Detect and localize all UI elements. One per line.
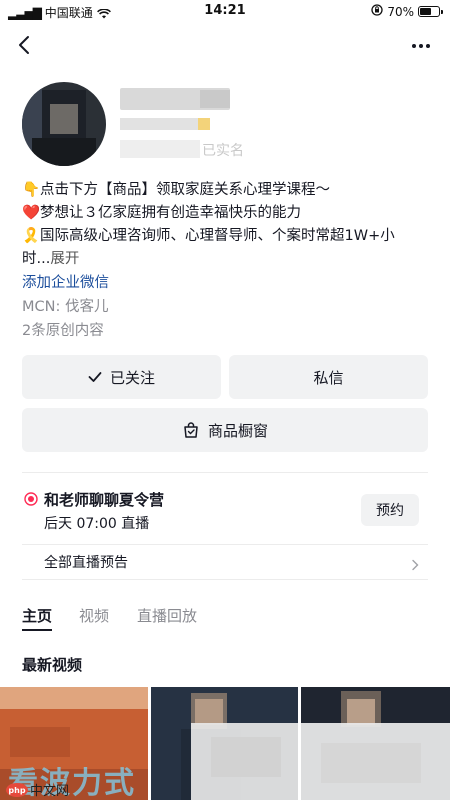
- reserve-button[interactable]: 预约: [361, 494, 419, 526]
- live-title[interactable]: 和老师聊聊夏令营: [44, 489, 164, 510]
- mcn-label: MCN: 伐客儿: [22, 299, 109, 315]
- latest-videos-title: 最新视频: [22, 656, 83, 674]
- tab-videos[interactable]: 视频: [79, 605, 109, 626]
- nickname-blurred-part: [200, 90, 230, 108]
- message-label: 私信: [313, 368, 344, 387]
- shopping-bag-icon: [182, 421, 200, 439]
- bio-line: 👇点击下方【商品】领取家庭关系心理学课程～: [22, 182, 331, 198]
- original-content-count: 2条原创内容: [22, 323, 104, 339]
- more-dots-icon: [412, 44, 430, 48]
- back-button[interactable]: [14, 34, 36, 56]
- watermark-site: 中文网: [30, 784, 70, 799]
- check-icon: [88, 371, 102, 383]
- battery-icon: [418, 6, 443, 17]
- divider: [22, 472, 428, 473]
- add-wechat-link[interactable]: 添加企业微信: [22, 271, 109, 292]
- divider: [22, 579, 428, 580]
- watermark-php-logo: php: [6, 783, 28, 797]
- chevron-right-icon[interactable]: [410, 556, 420, 571]
- account-id-blurred: [120, 118, 198, 130]
- more-button[interactable]: [410, 38, 432, 52]
- tab-active-indicator: [22, 629, 52, 631]
- status-bar: ▂▃▅▇ 中国联通 14:21 70%: [0, 0, 450, 24]
- tab-home[interactable]: 主页: [22, 605, 52, 626]
- back-arrow-icon: [19, 36, 29, 54]
- shop-window-label: 商品橱窗: [207, 421, 268, 440]
- avatar[interactable]: [22, 82, 106, 166]
- verification-label: 已实名: [202, 143, 244, 159]
- orientation-lock-icon: [371, 4, 383, 19]
- battery-percent: 70%: [387, 4, 414, 19]
- verification-blurred: [120, 140, 200, 158]
- watermark-text: 看波力式: [8, 766, 136, 801]
- bio-line-last: 时...展开: [22, 248, 432, 271]
- divider: [22, 544, 428, 545]
- bio-expand-link[interactable]: 展开: [50, 251, 79, 267]
- video-thumbnail[interactable]: [151, 687, 298, 800]
- bio-line: ❤️梦想让３亿家庭拥有创造幸福快乐的能力: [22, 205, 302, 221]
- bio: 👇点击下方【商品】领取家庭关系心理学课程～ ❤️梦想让３亿家庭拥有创造幸福快乐的…: [22, 179, 432, 271]
- tab-live-replay[interactable]: 直播回放: [137, 605, 197, 626]
- followed-button[interactable]: 已关注: [22, 355, 221, 399]
- reserve-label: 预约: [376, 503, 404, 519]
- shop-window-button[interactable]: 商品橱窗: [22, 408, 428, 452]
- live-indicator-icon: [24, 491, 38, 506]
- account-badge-blurred: [198, 118, 210, 130]
- status-right: 70%: [371, 4, 443, 19]
- all-live-previews-link[interactable]: 全部直播预告: [44, 552, 128, 572]
- bio-line: 时...: [22, 251, 51, 267]
- live-time: 后天 07:00 直播: [44, 516, 150, 532]
- video-thumbnail[interactable]: [301, 687, 450, 800]
- bio-line: 🎗️国际高级心理咨询师、心理督导师、个案时常超1W+小: [22, 228, 395, 244]
- followed-label: 已关注: [109, 368, 155, 387]
- message-button[interactable]: 私信: [229, 355, 428, 399]
- battery-fill: [420, 8, 431, 15]
